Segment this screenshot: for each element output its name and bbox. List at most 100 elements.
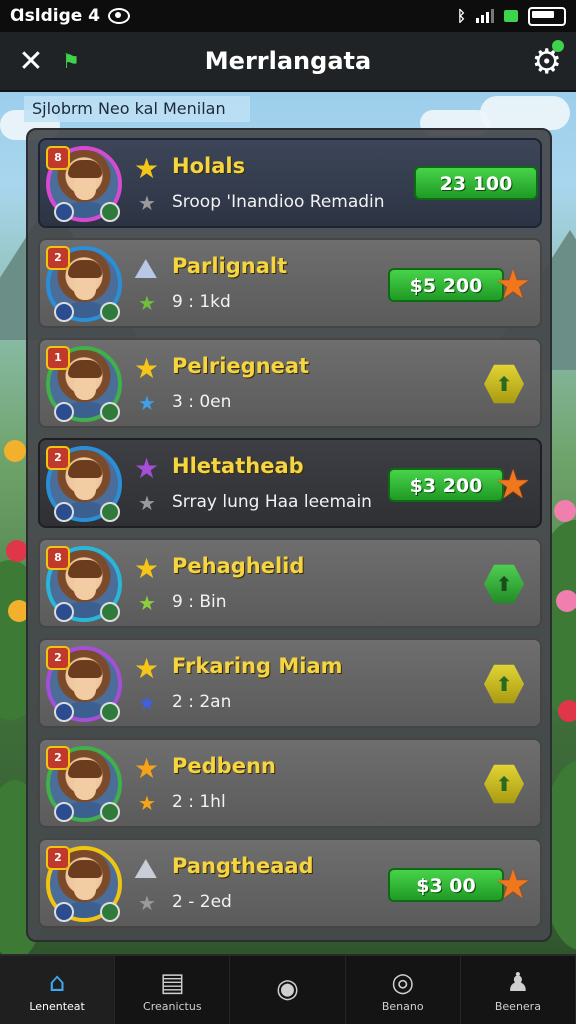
play-icon: ◉ [276,974,299,1004]
eye-icon [108,8,131,24]
player-subtext: Sroop 'Inandioo Remadin [172,192,385,212]
upgrade-button[interactable]: ⬆ [484,364,524,404]
rank-badge: 2 [46,846,70,870]
section-subheader: Sjlobrm Neo kal Menilan [24,96,250,122]
price-button[interactable]: 23 100 [414,166,538,200]
price-button[interactable]: $3 00 [388,868,504,902]
upgrade-button[interactable]: ⬆ [484,664,524,704]
player-subtext: 2 - 2ed [172,892,232,912]
upgrade-arrow-icon: ⬆ [495,672,513,696]
rank-badge: 8 [46,546,70,570]
sub-star-icon: ★ [138,491,156,515]
nav-label: Creanictus [143,999,202,1013]
bonus-star-icon: ★ [495,262,531,308]
player-name: Frkaring Miam [172,654,343,678]
page-title: Merrlangata [204,47,372,75]
level-badge-icon [54,902,74,922]
list-item[interactable]: 8 ★ Holals ★ Sroop 'Inandioo Remadin 23 100 [38,138,542,228]
level-badge-icon [54,302,74,322]
level-badge-icon [54,402,74,422]
rank-badge: 8 [46,146,70,170]
flower [558,700,576,722]
level-badge-icon [54,202,74,222]
status-time: Ɑsldige 4 [10,6,101,26]
flower [6,540,28,562]
flower [4,440,26,462]
rank-badge: 2 [46,446,70,470]
upgrade-arrow-icon: ⬆ [495,772,513,796]
sub-star-icon: ★ [138,691,156,715]
nav-item-lenenteat[interactable]: ⌂ Lenenteat [0,956,116,1024]
player-name: Holals [172,154,246,178]
avatar: 2 [46,446,122,522]
avatar: 2 [46,246,122,322]
rank-badge: 1 [46,346,70,370]
rank-badge: 2 [46,246,70,270]
class-badge-icon [100,502,120,522]
nav-item-benano[interactable]: ◎ Benano [346,956,461,1024]
avatar: 8 [46,146,122,222]
list-item[interactable]: 8 ★ Pehaghelid ★ 9 : Bin ⬆ [38,538,542,628]
price-button[interactable]: $5 200 [388,268,504,302]
nav-label: Beenera [494,999,541,1013]
nav-item-beenera[interactable]: ♟ Beenera [461,956,576,1024]
sub-star-icon: ★ [138,791,156,815]
signal-icon [476,9,494,23]
avatar: 8 [46,546,122,622]
star-icon: ⛰ [134,852,158,885]
class-badge-icon [100,902,120,922]
star-icon: ★ [134,552,160,585]
upgrade-button[interactable]: ⬆ [484,564,524,604]
star-icon: ★ [134,752,160,785]
upgrade-button[interactable]: ⬆ [484,764,524,804]
person-icon: ♟ [506,967,530,998]
price-button[interactable]: $3 200 [388,468,504,502]
level-badge-icon [54,602,74,622]
bluetooth-icon: ᛒ [456,7,466,25]
class-badge-icon [100,602,120,622]
status-bar: Ɑsldige 4 ᛒ [0,0,576,32]
flower [556,590,576,612]
list-item[interactable]: 2 ⛰ Parlignalt ★ 9 : 1kd $5 200 ★ [38,238,542,328]
sub-star-icon: ★ [138,191,156,215]
nav-item-creanictus[interactable]: ▤ Creanictus [115,956,231,1024]
battery-icon [528,6,566,26]
camera-icon: ◎ [391,967,415,998]
nav-item-center[interactable]: ◉ [230,956,346,1024]
class-badge-icon [100,302,120,322]
wifi-icon [504,10,518,22]
bottom-nav: ⌂ Lenenteat ▤ Creanictus ◉ ◎ Benano ♟ Beenera [0,954,576,1024]
level-badge-icon [54,702,74,722]
star-icon: ★ [134,352,160,385]
upgrade-arrow-icon: ⬆ [495,572,513,596]
sub-star-icon: ★ [138,591,156,615]
sub-star-icon: ★ [138,391,156,415]
list-item[interactable]: 2 ★ Hletatheab ★ Srray lung Haa leemain $3 20… [38,438,542,528]
player-subtext: 9 : 1kd [172,292,231,312]
star-icon: ★ [134,652,160,685]
class-badge-icon [100,802,120,822]
player-name: Pangtheaad [172,854,314,878]
notification-dot [552,40,564,52]
avatar: 1 [46,346,122,422]
cloud [480,96,570,130]
close-icon[interactable]: ✕ [14,44,48,79]
player-name: Hletatheab [172,454,304,478]
player-subtext: 9 : Bin [172,592,227,612]
avatar: 2 [46,646,122,722]
rank-badge: 2 [46,646,70,670]
list-item[interactable]: 2 ★ Pedbenn ★ 2 : 1hl ⬆ [38,738,542,828]
list-item[interactable]: 2 ★ Frkaring Miam ★ 2 : 2an ⬆ [38,638,542,728]
nav-label: Lenenteat [29,999,85,1013]
flag-icon[interactable]: ⚑ [62,49,80,73]
star-icon: ⛰ [134,252,158,285]
list-item[interactable]: 1 ★ Pelriegneat ★ 3 : 0en ⬆ [38,338,542,428]
rank-badge: 2 [46,746,70,770]
document-icon: ▤ [160,967,185,998]
top-bar: ✕ ⚑ Merrlangata ⚙ [0,32,576,92]
player-name: Pehaghelid [172,554,305,578]
player-subtext: 2 : 1hl [172,792,226,812]
sub-star-icon: ★ [138,291,156,315]
list-item[interactable]: 2 ⛰ Pangtheaad ★ 2 - 2ed $3 00 ★ [38,838,542,928]
star-icon: ★ [134,152,160,185]
